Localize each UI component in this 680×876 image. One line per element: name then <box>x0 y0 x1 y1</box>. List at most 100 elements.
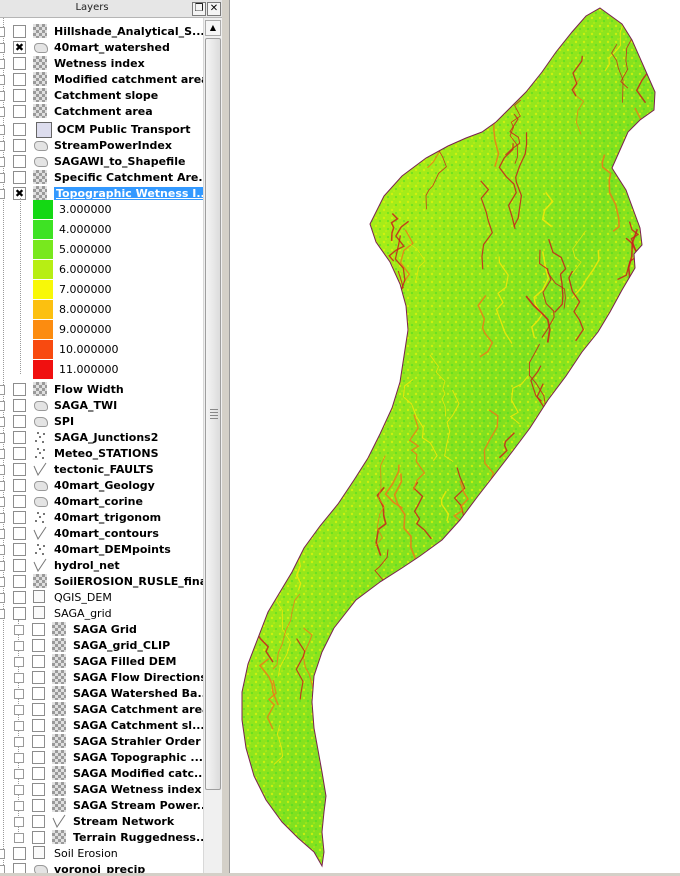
layer-row[interactable]: SAGA Catchment sl... <box>0 717 203 733</box>
layer-row[interactable]: ✖ 40mart_watershed <box>0 39 203 55</box>
layers-panel-titlebar[interactable]: Layers ❐ ✕ <box>0 0 224 18</box>
layer-row[interactable]: Hillshade_Analytical_S... <box>0 23 203 39</box>
layer-row[interactable]: StreamPowerIndex <box>0 137 203 153</box>
layer-row[interactable]: SPI <box>0 413 203 429</box>
expand-toggle-icon[interactable] <box>0 75 5 85</box>
expand-toggle-icon[interactable] <box>0 91 5 101</box>
layer-row[interactable]: SAGA Topographic ... <box>0 749 203 765</box>
layer-visibility-checkbox[interactable] <box>32 815 45 828</box>
layer-row[interactable]: Wetness index <box>0 55 203 71</box>
expand-toggle-icon[interactable] <box>14 769 24 779</box>
layer-row[interactable]: 40mart_corine <box>0 493 203 509</box>
layer-visibility-checkbox[interactable] <box>32 719 45 732</box>
layer-visibility-checkbox[interactable] <box>13 863 26 873</box>
layer-row[interactable]: Flow Width <box>0 381 203 397</box>
layer-visibility-checkbox[interactable] <box>13 123 26 136</box>
layer-visibility-checkbox[interactable] <box>32 735 45 748</box>
expand-toggle-icon[interactable] <box>14 673 24 683</box>
layer-row[interactable]: SAGA Filled DEM <box>0 653 203 669</box>
expand-toggle-icon[interactable] <box>0 545 5 555</box>
layer-row[interactable]: SAGA_grid <box>0 605 203 621</box>
layer-row[interactable]: SAGA_TWI <box>0 397 203 413</box>
layer-visibility-checkbox[interactable] <box>13 543 26 556</box>
expand-toggle-icon[interactable] <box>14 689 24 699</box>
layer-visibility-checkbox[interactable] <box>32 655 45 668</box>
expand-toggle-icon[interactable] <box>0 513 5 523</box>
expand-toggle-icon[interactable] <box>0 189 5 199</box>
expand-toggle-icon[interactable] <box>0 107 5 117</box>
layer-tree-scrollbar[interactable]: ▲ <box>203 18 221 873</box>
layer-row[interactable]: SAGA Modified catc... <box>0 765 203 781</box>
layer-row[interactable]: 40mart_trigonom <box>0 509 203 525</box>
layer-row[interactable]: hydrol_net <box>0 557 203 573</box>
expand-toggle-icon[interactable] <box>14 753 24 763</box>
expand-toggle-icon[interactable] <box>0 849 5 859</box>
layer-row[interactable]: QGIS_DEM <box>0 589 203 605</box>
layer-row[interactable]: SAGA_grid_CLIP <box>0 637 203 653</box>
layer-visibility-checkbox[interactable] <box>13 89 26 102</box>
expand-toggle-icon[interactable] <box>0 865 5 873</box>
scroll-thumb[interactable] <box>205 38 221 790</box>
expand-toggle-icon[interactable] <box>0 417 5 427</box>
group-visibility-checkbox[interactable] <box>13 591 26 604</box>
expand-toggle-icon[interactable] <box>14 625 24 635</box>
layer-visibility-checkbox[interactable] <box>13 415 26 428</box>
map-canvas[interactable] <box>229 0 680 873</box>
expand-toggle-icon[interactable] <box>14 721 24 731</box>
layer-visibility-checkbox[interactable] <box>13 25 26 38</box>
layer-row[interactable]: tectonic_FAULTS <box>0 461 203 477</box>
layer-visibility-checkbox[interactable] <box>32 751 45 764</box>
layer-visibility-checkbox[interactable] <box>13 847 26 860</box>
layer-row[interactable]: 40mart_contours <box>0 525 203 541</box>
layer-visibility-checkbox[interactable] <box>13 155 26 168</box>
expand-toggle-icon[interactable] <box>0 59 5 69</box>
layer-row[interactable]: 40mart_Geology <box>0 477 203 493</box>
expand-toggle-icon[interactable] <box>14 817 24 827</box>
layer-visibility-checkbox[interactable] <box>13 383 26 396</box>
layer-visibility-checkbox[interactable] <box>32 639 45 652</box>
dock-splitter[interactable] <box>222 0 228 873</box>
group-visibility-checkbox[interactable] <box>13 607 26 620</box>
layer-visibility-checkbox[interactable] <box>13 479 26 492</box>
expand-toggle-icon[interactable] <box>0 27 5 37</box>
layer-visibility-checkbox[interactable] <box>13 431 26 444</box>
layer-row[interactable]: SAGA_Junctions2 <box>0 429 203 445</box>
layer-row[interactable]: SAGA Watershed Ba... <box>0 685 203 701</box>
float-icon[interactable]: ❐ <box>192 2 206 16</box>
expand-toggle-icon[interactable] <box>0 481 5 491</box>
expand-toggle-icon[interactable] <box>0 593 5 603</box>
expand-toggle-icon[interactable] <box>14 801 24 811</box>
expand-toggle-icon[interactable] <box>0 577 5 587</box>
expand-toggle-icon[interactable] <box>0 497 5 507</box>
expand-toggle-icon[interactable] <box>14 641 24 651</box>
layer-row[interactable]: Catchment area <box>0 103 203 119</box>
layer-visibility-checkbox[interactable] <box>32 799 45 812</box>
expand-toggle-icon[interactable] <box>14 737 24 747</box>
expand-toggle-icon[interactable] <box>14 833 24 843</box>
layer-row[interactable]: Catchment slope <box>0 87 203 103</box>
expand-toggle-icon[interactable] <box>0 529 5 539</box>
layer-visibility-checkbox[interactable] <box>13 527 26 540</box>
layer-visibility-checkbox[interactable] <box>32 703 45 716</box>
expand-toggle-icon[interactable] <box>0 125 5 135</box>
layer-visibility-checkbox[interactable] <box>13 447 26 460</box>
layer-row-selected[interactable]: ✖ Topographic Wetness I... <box>0 185 203 201</box>
layer-visibility-checkbox[interactable] <box>32 687 45 700</box>
layer-row[interactable]: SAGA Grid <box>0 621 203 637</box>
layer-row[interactable]: SoilEROSION_RUSLE_final <box>0 573 203 589</box>
expand-toggle-icon[interactable] <box>0 157 5 167</box>
layer-row[interactable]: Modified catchment area <box>0 71 203 87</box>
layer-visibility-checkbox[interactable] <box>13 57 26 70</box>
layer-visibility-checkbox[interactable] <box>13 463 26 476</box>
layer-row[interactable]: Terrain Ruggedness... <box>0 829 203 845</box>
expand-toggle-icon[interactable] <box>0 433 5 443</box>
layer-visibility-checkbox[interactable] <box>13 495 26 508</box>
layer-row[interactable]: Specific Catchment Are... <box>0 169 203 185</box>
layer-row[interactable]: SAGA Flow Directions <box>0 669 203 685</box>
expand-toggle-icon[interactable] <box>14 705 24 715</box>
layer-row[interactable]: Stream Network <box>0 813 203 829</box>
expand-toggle-icon[interactable] <box>0 385 5 395</box>
layer-visibility-checkbox[interactable] <box>13 511 26 524</box>
layer-visibility-checkbox[interactable] <box>13 171 26 184</box>
expand-toggle-icon[interactable] <box>0 609 5 619</box>
